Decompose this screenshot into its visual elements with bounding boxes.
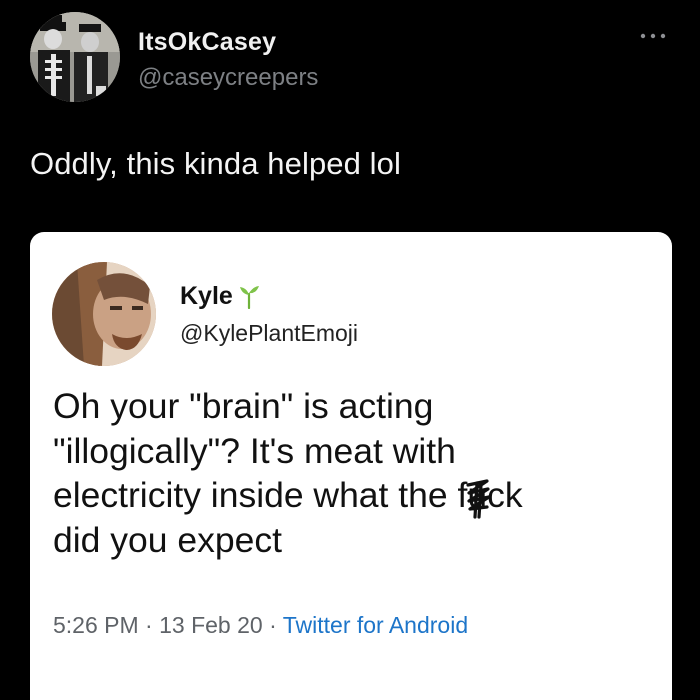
quoted-text-line: did you expect <box>53 519 282 560</box>
quoted-text-line: electricity inside what the fu ck <box>53 473 653 519</box>
more-options-icon[interactable] <box>636 26 670 46</box>
quoted-author-display-name[interactable]: Kyle <box>180 282 233 311</box>
avatar-photo-icon <box>52 262 156 366</box>
sprout-icon <box>239 286 259 309</box>
quoted-text-fragment: electricity inside what the f <box>53 475 468 515</box>
avatar[interactable] <box>52 262 156 366</box>
quoted-author-row: Kyle <box>180 280 260 312</box>
scribble-censor-icon <box>466 479 491 519</box>
meta-separator: · <box>145 612 153 638</box>
meta-separator: · <box>269 612 277 638</box>
avatar[interactable] <box>30 12 120 102</box>
tweet-source-link[interactable]: Twitter for Android <box>283 612 468 638</box>
quoted-author-handle[interactable]: @KylePlantEmoji <box>180 320 358 347</box>
quoted-tweet-meta: 5:26 PM · 13 Feb 20 · Twitter for Androi… <box>53 612 468 639</box>
quoted-tweet-text: Oh your "brain" is acting "illogically"?… <box>53 384 653 562</box>
censored-letter: u <box>466 473 491 519</box>
tweet-text: Oddly, this kinda helped lol <box>30 146 402 181</box>
tweet-date[interactable]: 13 Feb 20 <box>159 612 263 638</box>
quoted-text-line: Oh your "brain" is acting <box>53 386 434 426</box>
quoted-text-line: "illogically"? It's meat with <box>53 430 456 471</box>
author-handle[interactable]: @caseycreepers <box>138 64 318 92</box>
author-display-name[interactable]: ItsOkCasey <box>138 28 276 57</box>
avatar-photo-icon <box>30 12 120 102</box>
tweet-header: ItsOkCasey @caseycreepers <box>30 12 670 104</box>
quoted-tweet-card[interactable]: Kyle @KylePlantEmoji Oh your "brain" is … <box>30 232 672 700</box>
tweet-time[interactable]: 5:26 PM <box>53 612 139 638</box>
